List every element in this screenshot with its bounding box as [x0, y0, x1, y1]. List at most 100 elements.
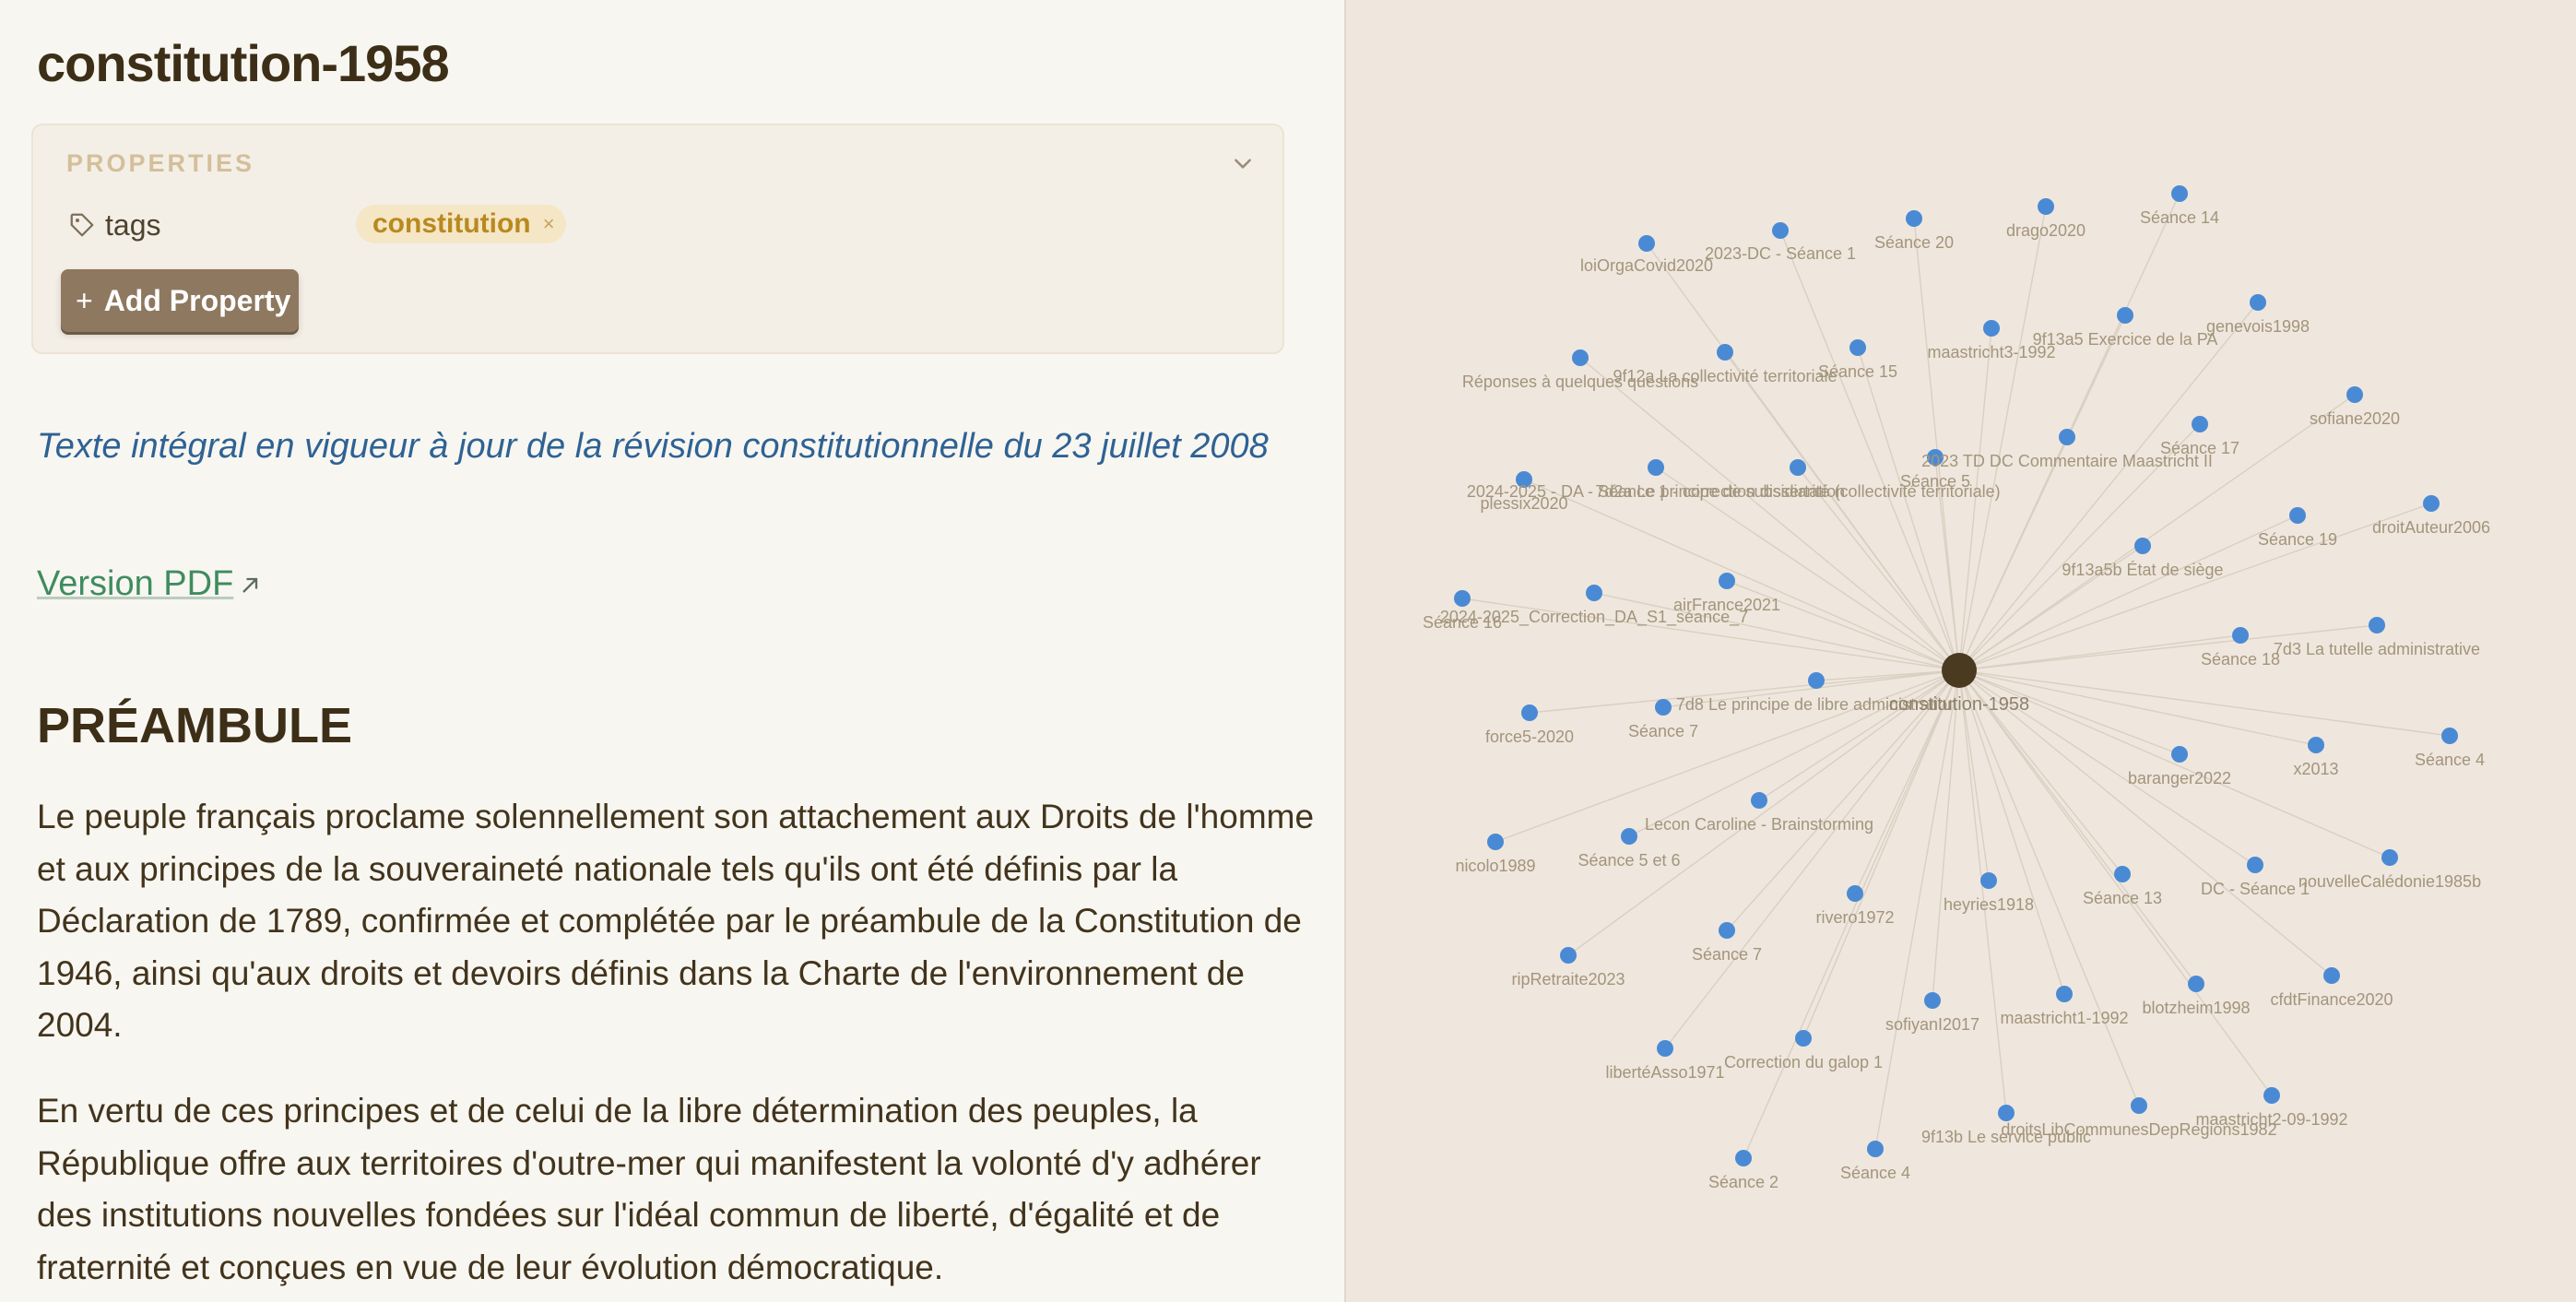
graph-edge — [1958, 669, 2333, 976]
properties-header[interactable]: PROPERTIES — [66, 149, 254, 178]
graph-node[interactable] — [2250, 294, 2266, 311]
graph-node[interactable] — [2232, 627, 2249, 644]
graph-node[interactable] — [1572, 349, 1589, 366]
graph-node[interactable] — [1454, 590, 1471, 607]
graph-node[interactable] — [1521, 704, 1538, 721]
properties-panel: PROPERTIES tags constitution × + Add Prop… — [31, 124, 1284, 354]
graph-node-label: sofiyanI2017 — [1885, 1015, 1979, 1034]
graph-node[interactable] — [2171, 746, 2188, 763]
graph-node[interactable] — [2441, 728, 2458, 744]
graph-node[interactable] — [1924, 992, 1941, 1009]
graph-node[interactable] — [1560, 947, 1577, 964]
tag-label: constitution — [372, 208, 531, 239]
graph-node[interactable] — [1638, 235, 1655, 252]
graph-center-label: constitution-1958 — [1889, 694, 2029, 715]
graph-node-label: Séance 14 — [2140, 208, 2219, 227]
graph-edge — [1958, 669, 2007, 1114]
graph-node[interactable] — [1790, 459, 1806, 476]
graph-node[interactable] — [1586, 585, 1602, 601]
graph-node[interactable] — [1648, 459, 1664, 476]
graph-node[interactable] — [1795, 1030, 1812, 1047]
graph-node-label: loiOrgaCovid2020 — [1580, 256, 1713, 275]
graph-node-label: blotzheim1998 — [2142, 999, 2250, 1017]
graph-node[interactable] — [1487, 834, 1504, 850]
graph-node-label: force5-2020 — [1485, 728, 1574, 746]
graph-node[interactable] — [2038, 198, 2054, 215]
graph-node[interactable] — [2114, 866, 2131, 882]
graph-node-label: maastricht2-09-1992 — [2195, 1110, 2347, 1129]
graph-node-label: Lecon Caroline - Brainstorming — [1645, 815, 1873, 834]
graph-edge — [1913, 218, 1960, 671]
graph-node-label: nouvelleCalédonie1985b — [2298, 872, 2481, 891]
graph-canvas[interactable]: loiOrgaCovid20202023-DC - Séance 1 Séance… — [1346, 0, 2576, 1302]
graph-edge — [1958, 669, 2197, 985]
graph-node[interactable] — [1849, 339, 1866, 356]
graph-node[interactable] — [1980, 872, 1997, 889]
graph-node[interactable] — [2056, 986, 2073, 1002]
graph-node-label: Séance 15 — [1818, 362, 1897, 381]
graph-view[interactable]: loiOrgaCovid2020 2023-DC - Séance 1 Séance… — [1344, 0, 2576, 1302]
graph-edge — [1958, 436, 2068, 671]
chevron-down-icon[interactable] — [1231, 151, 1255, 175]
graph-node-label: nicolo1989 — [1455, 857, 1535, 875]
tag-pill[interactable]: constitution × — [356, 205, 566, 243]
graph-node-label: Séance 7 — [1692, 945, 1762, 964]
graph-node[interactable] — [1906, 210, 1922, 227]
graph-node[interactable] — [1867, 1141, 1884, 1157]
graph-node[interactable] — [2289, 507, 2306, 524]
graph-edge — [1724, 351, 1960, 671]
graph-node[interactable] — [2263, 1087, 2280, 1104]
graph-node-label: genevois1998 — [2206, 317, 2310, 336]
graph-node[interactable] — [1621, 828, 1637, 845]
graph-node[interactable] — [2188, 976, 2204, 992]
pdf-link[interactable]: Version PDF — [37, 564, 263, 604]
paragraph: En vertu de ces principes et de celui de… — [37, 1092, 1261, 1286]
property-key-tags[interactable]: tags — [105, 208, 160, 243]
graph-node[interactable] — [2323, 967, 2340, 984]
graph-node[interactable] — [1719, 573, 1735, 589]
graph-center-node[interactable] — [1942, 653, 1977, 688]
graph-edge — [1664, 669, 1960, 1049]
graph-node[interactable] — [2117, 307, 2133, 324]
graph-node[interactable] — [2171, 185, 2188, 202]
graph-node[interactable] — [2346, 386, 2363, 403]
graph-node[interactable] — [2381, 849, 2398, 866]
graph-node-label: drago2020 — [2006, 221, 2086, 240]
graph-node[interactable] — [1998, 1105, 2015, 1121]
graph-node[interactable] — [1772, 222, 1789, 239]
graph-node-label: libertéAsso1971 — [1605, 1063, 1724, 1082]
graph-node[interactable] — [1717, 344, 1733, 361]
graph-node[interactable] — [2423, 495, 2440, 512]
graph-node[interactable] — [2369, 617, 2385, 633]
graph-node-label: heyries1918 — [1944, 895, 2034, 914]
graph-node[interactable] — [1735, 1150, 1752, 1166]
graph-node[interactable] — [2247, 857, 2263, 873]
graph-node-label: 9f13a5b État de siège — [2062, 561, 2223, 579]
graph-node[interactable] — [2192, 416, 2208, 432]
graph-node[interactable] — [2131, 1097, 2147, 1114]
section-heading: PRÉAMBULE — [37, 698, 353, 753]
graph-node-label: Séance 18 — [2201, 650, 2280, 669]
graph-node[interactable] — [1983, 320, 2000, 337]
graph-node[interactable] — [2134, 538, 2151, 554]
graph-node[interactable] — [1657, 1040, 1673, 1057]
tag-icon — [70, 213, 94, 237]
graph-node[interactable] — [1655, 699, 1672, 716]
graph-node-label: Séance 20 — [1874, 233, 1954, 252]
note-title[interactable]: constitution-1958 — [37, 33, 450, 93]
graph-node[interactable] — [2059, 429, 2075, 445]
graph-node[interactable] — [1808, 672, 1825, 689]
graph-node[interactable] — [1847, 885, 1863, 902]
graph-node[interactable] — [1719, 922, 1735, 939]
graph-edge — [1523, 479, 1960, 671]
graph-node[interactable] — [2308, 737, 2324, 753]
graph-node-label: 9f13a5 Exercice de la PA — [2033, 330, 2218, 349]
graph-node-label: DC - Séance 1 — [2201, 880, 2310, 898]
graph-node-label: baranger2022 — [2128, 769, 2231, 787]
tag-remove-icon[interactable]: × — [543, 205, 555, 243]
graph-edge — [1958, 206, 2047, 671]
graph-node-label: Séance 7 — [1628, 722, 1698, 740]
add-property-button[interactable]: + Add Property — [61, 269, 299, 332]
graph-node[interactable] — [1751, 792, 1767, 809]
graph-node-label: Séance 5 — [1900, 472, 1970, 491]
